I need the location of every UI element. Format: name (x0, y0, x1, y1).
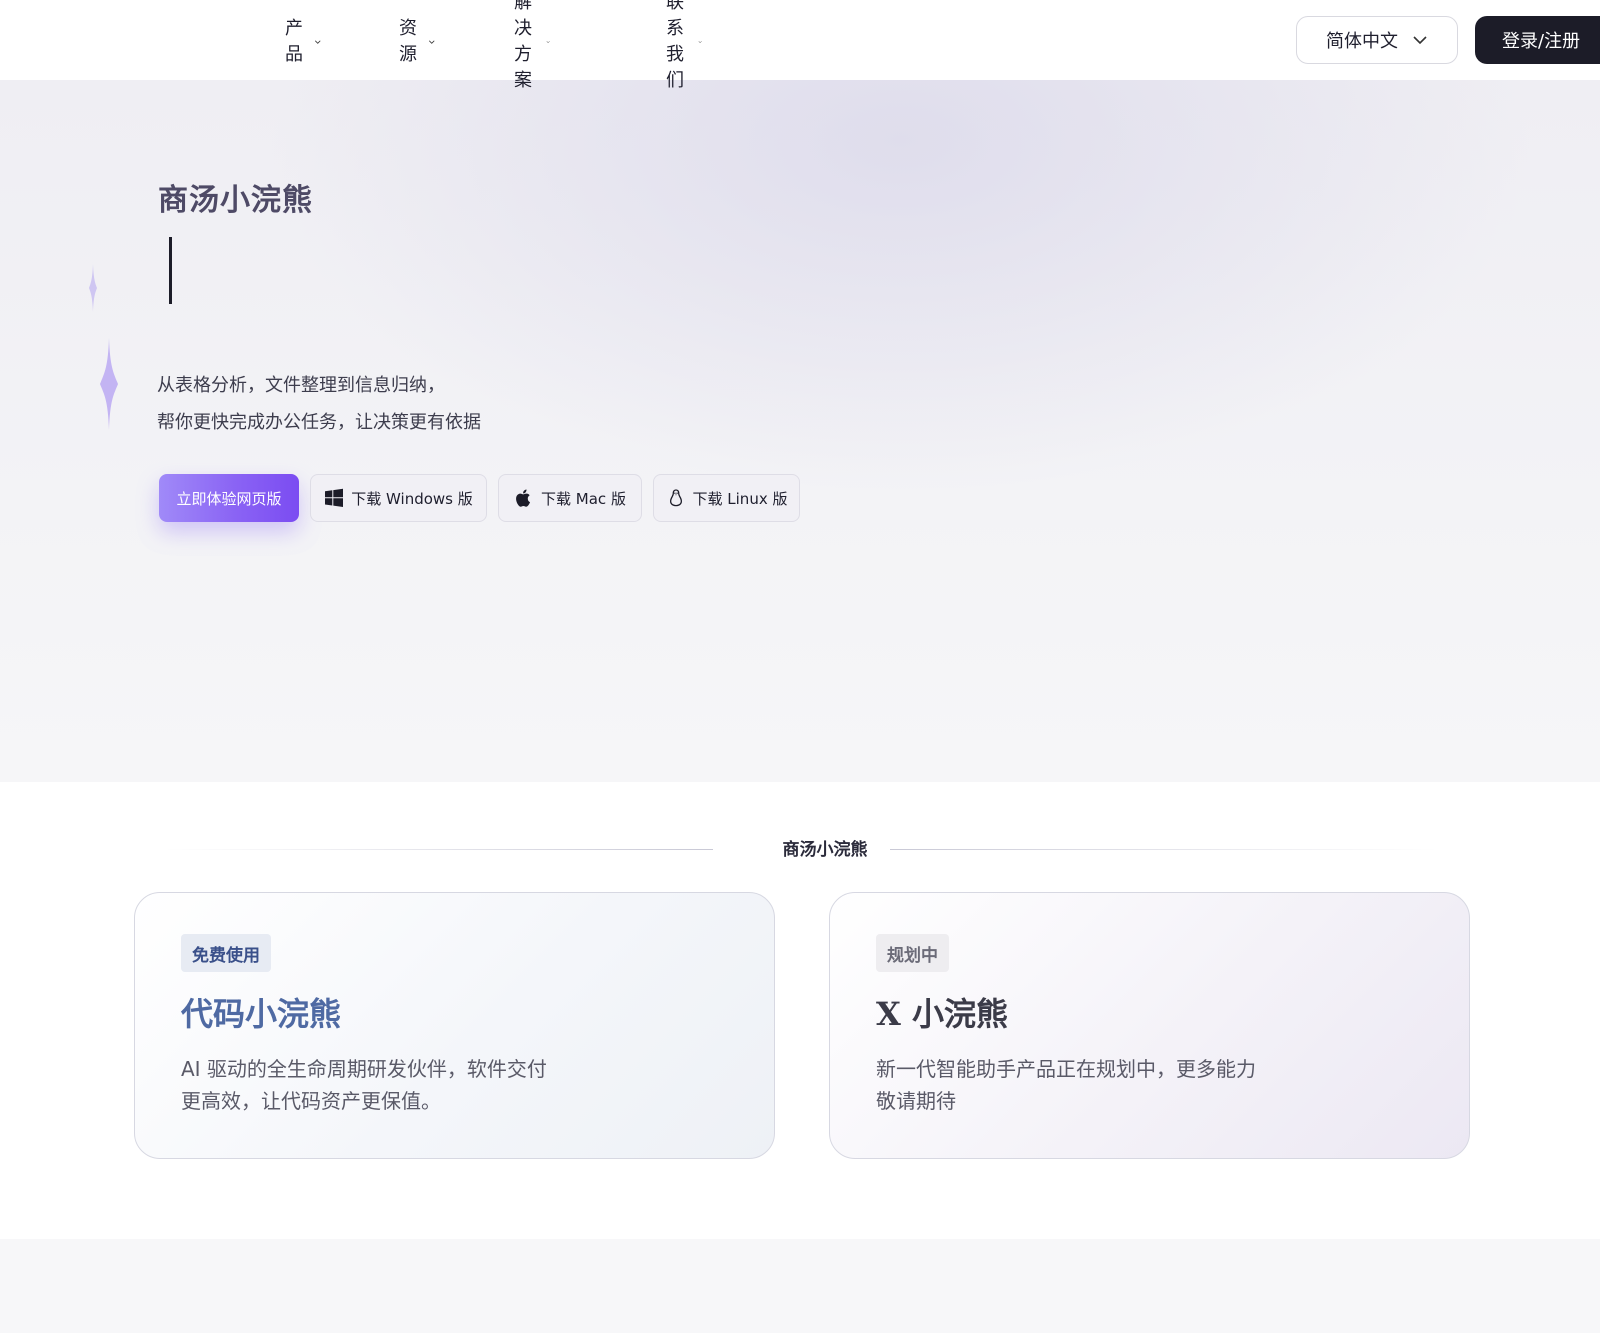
top-navigation-bar: 产品 资源 解决方案 联系我们 简体中文 登录/注册 (0, 0, 1600, 91)
login-register-button[interactable]: 登录/注册 (1475, 16, 1600, 64)
try-web-label: 立即体验网页版 (176, 489, 282, 508)
download-mac-label: 下载 Mac 版 (541, 489, 626, 508)
nav-item-label: 联系我们 (666, 0, 684, 91)
hero-brand-title: 商汤小浣熊 (158, 183, 313, 218)
chevron-down-icon (428, 39, 435, 44)
language-selector[interactable]: 简体中文 (1296, 16, 1458, 64)
product-card-code-raccoon[interactable]: 免费使用 代码小浣熊 AI 驱动的全生命周期研发伙伴，软件交付更高效，让代码资产… (134, 892, 775, 1159)
nav-item-resources[interactable]: 资源 (399, 18, 435, 65)
nav-item-solutions[interactable]: 解决方案 (514, 0, 550, 91)
hero-description-line: 帮你更快完成办公任务，让决策更有依据 (157, 412, 481, 433)
download-linux-label: 下载 Linux 版 (692, 489, 788, 508)
status-badge: 规划中 (876, 934, 949, 972)
download-linux-button[interactable]: 下载 Linux 版 (653, 474, 800, 522)
nav-item-label: 资源 (399, 18, 417, 65)
nav-item-contact[interactable]: 联系我们 (666, 0, 702, 91)
product-card-description: AI 驱动的全生命周期研发伙伴，软件交付更高效，让代码资产更保值。 (181, 1057, 547, 1113)
download-windows-label: 下载 Windows 版 (351, 489, 473, 508)
download-windows-button[interactable]: 下载 Windows 版 (310, 474, 487, 522)
sparkle-icon (100, 338, 118, 430)
footer-band (0, 1239, 1600, 1333)
product-card-title: 代码小浣熊 (181, 995, 342, 1033)
linux-penguin-icon (669, 489, 682, 507)
windows-icon (325, 488, 344, 507)
chevron-down-icon (1413, 36, 1427, 45)
typing-cursor (169, 237, 172, 304)
product-card-x-raccoon[interactable]: 规划中 X 小浣熊 新一代智能助手产品正在规划中，更多能力敬请期待 (829, 892, 1470, 1159)
sparkle-icon (89, 264, 97, 312)
hero-section: 商汤小浣熊 从表格分析，文件整理到信息归纳， 帮你更快完成办公任务，让决策更有依… (0, 80, 1600, 782)
try-web-button[interactable]: 立即体验网页版 (159, 474, 299, 522)
hero-description-line: 从表格分析，文件整理到信息归纳， (157, 375, 445, 396)
product-card-title: X 小浣熊 (876, 995, 1008, 1033)
products-section-title: 商汤小浣熊 (782, 840, 868, 860)
product-card-description: 新一代智能助手产品正在规划中，更多能力敬请期待 (876, 1057, 1256, 1113)
nav-item-label: 解决方案 (514, 0, 532, 91)
chevron-down-icon (546, 40, 550, 43)
login-register-label: 登录/注册 (1502, 31, 1581, 52)
hero-description: 从表格分析，文件整理到信息归纳， 帮你更快完成办公任务，让决策更有依据 (157, 367, 481, 441)
language-label: 简体中文 (1326, 31, 1398, 52)
products-section-header: 商汤小浣熊 (0, 835, 1600, 865)
chevron-down-icon (698, 40, 702, 43)
apple-icon (516, 489, 531, 507)
nav-item-label: 产品 (285, 18, 303, 65)
status-badge: 免费使用 (181, 934, 271, 972)
chevron-down-icon (314, 39, 321, 44)
nav-item-products[interactable]: 产品 (285, 18, 321, 65)
download-mac-button[interactable]: 下载 Mac 版 (498, 474, 642, 522)
